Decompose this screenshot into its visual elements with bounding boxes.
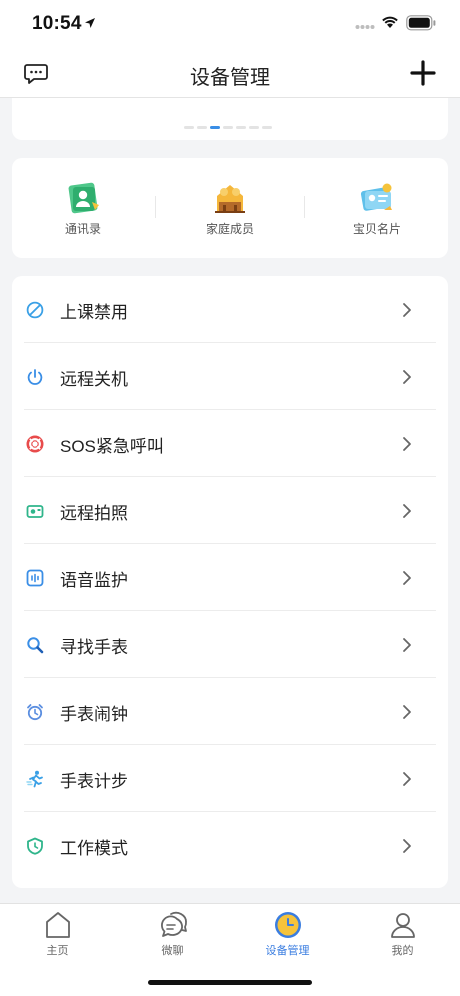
chevron-right-icon xyxy=(403,437,411,451)
carousel-dot xyxy=(184,126,194,129)
chevron-right-icon xyxy=(403,571,411,585)
chevron-right-icon xyxy=(403,772,411,786)
chevron-right-icon xyxy=(403,504,411,518)
tab-label: 我的 xyxy=(391,945,414,957)
quick-item-label: 家庭成员 xyxy=(205,222,254,236)
step-counter-icon xyxy=(26,770,43,788)
tab-profile[interactable]: 我的 xyxy=(345,910,460,958)
work-mode-icon xyxy=(27,837,43,855)
menu-item-find-watch[interactable]: 寻找手表 xyxy=(12,611,448,678)
tab-chat[interactable]: 微聊 xyxy=(115,910,230,958)
menu-item-label: 手表计步 xyxy=(60,772,128,791)
divider xyxy=(304,196,305,218)
menu-item-remote-photo[interactable]: 远程拍照 xyxy=(12,477,448,544)
carousel-dot xyxy=(223,126,233,129)
menu-item-label: SOS紧急呼叫 xyxy=(60,437,164,456)
contacts-icon xyxy=(68,182,99,214)
chevron-right-icon xyxy=(403,839,411,853)
menu-item-label: 远程关机 xyxy=(60,370,128,389)
menu-item-label: 上课禁用 xyxy=(60,303,128,322)
menu-item-voice-monitor[interactable]: 语音监护 xyxy=(12,544,448,611)
menu-item-remote-shutdown[interactable]: 远程关机 xyxy=(12,343,448,410)
class-disable-icon xyxy=(26,301,44,319)
sos-lifebuoy-icon xyxy=(26,435,44,453)
menu-item-sos-call[interactable]: SOS紧急呼叫 xyxy=(12,410,448,477)
menu-item-label: 寻找手表 xyxy=(60,638,128,657)
voice-monitor-icon xyxy=(26,569,44,587)
tab-label: 微聊 xyxy=(161,945,184,957)
quick-item-baby-card[interactable]: 宝贝名片 xyxy=(317,180,437,237)
chevron-right-icon xyxy=(403,705,411,719)
page-title: 设备管理 xyxy=(190,67,270,89)
chevron-right-icon xyxy=(403,370,411,384)
tab-home[interactable]: 主页 xyxy=(0,910,115,958)
device-clock-icon xyxy=(274,912,301,938)
menu-item-watch-alarm[interactable]: 手表闹钟 xyxy=(12,678,448,745)
profile-icon xyxy=(390,913,415,938)
add-device-button[interactable] xyxy=(410,60,436,86)
banner-carousel[interactable] xyxy=(12,98,448,140)
tab-label: 设备管理 xyxy=(265,945,310,957)
location-arrow-icon xyxy=(85,18,95,28)
quick-item-label: 宝贝名片 xyxy=(352,222,401,236)
chevron-right-icon xyxy=(403,303,411,317)
home-icon xyxy=(45,912,70,938)
quick-access-card: 通讯录 家庭成员 宝贝名片 xyxy=(12,158,448,258)
divider xyxy=(155,196,156,218)
device-settings-menu: 上课禁用 远程关机 SOS紧急呼叫 远程拍照 语音监护 寻找手表 手表闹钟 手表… xyxy=(12,276,448,888)
search-watch-icon xyxy=(27,637,44,654)
carousel-dot xyxy=(249,126,259,129)
baby-card-icon xyxy=(360,183,392,211)
camera-icon xyxy=(26,505,44,518)
tab-label: 主页 xyxy=(46,945,69,957)
menu-item-class-disable[interactable]: 上课禁用 xyxy=(12,276,448,343)
battery-icon xyxy=(406,15,436,31)
menu-item-step-counter[interactable]: 手表计步 xyxy=(12,745,448,812)
alarm-clock-icon xyxy=(27,704,43,721)
home-indicator[interactable] xyxy=(148,980,312,985)
quick-item-contacts[interactable]: 通讯录 xyxy=(23,180,143,237)
carousel-dot xyxy=(197,126,207,129)
carousel-dot-active xyxy=(210,126,220,129)
status-bar: 10:54 xyxy=(0,0,460,50)
menu-item-label: 远程拍照 xyxy=(60,504,128,523)
menu-item-label: 手表闹钟 xyxy=(60,705,128,724)
menu-item-label: 工作模式 xyxy=(60,839,128,858)
chevron-right-icon xyxy=(403,638,411,652)
power-icon xyxy=(27,369,43,385)
signal-icon xyxy=(355,25,375,29)
nav-bar: 设备管理 xyxy=(0,50,460,98)
family-members-icon xyxy=(215,185,245,213)
quick-item-label: 通讯录 xyxy=(64,222,101,236)
menu-item-work-mode[interactable]: 工作模式 xyxy=(12,812,448,879)
quick-item-family-members[interactable]: 家庭成员 xyxy=(170,180,290,237)
chat-icon xyxy=(160,911,187,937)
status-time: 10:54 xyxy=(32,13,82,34)
carousel-dot xyxy=(262,126,272,129)
tab-device-management[interactable]: 设备管理 xyxy=(230,910,345,958)
carousel-dot xyxy=(236,126,246,129)
wifi-icon xyxy=(382,16,398,28)
menu-item-label: 语音监护 xyxy=(60,571,128,590)
